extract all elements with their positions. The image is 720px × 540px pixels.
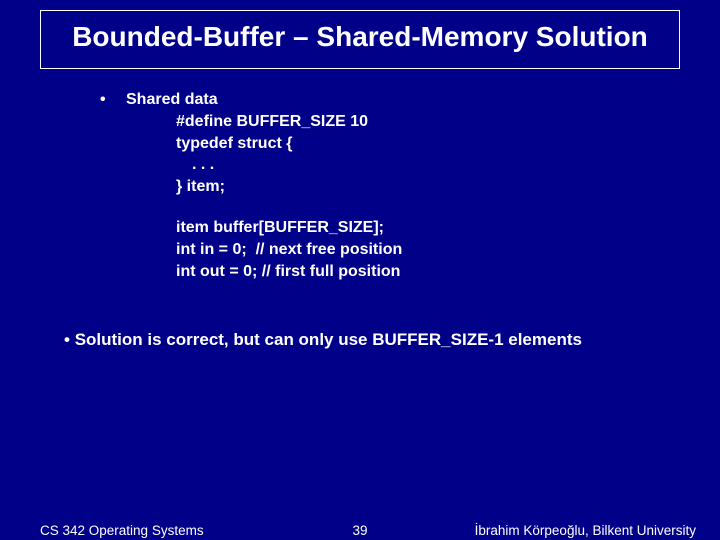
footer-left: CS 342 Operating Systems [40,523,204,538]
code-line-item: } item; [176,176,660,198]
code-line-out: int out = 0; // first full position [176,261,660,283]
footer-page-number: 39 [352,523,367,538]
footer: CS 342 Operating Systems 39 İbrahim Körp… [0,523,720,538]
code-line-ellipsis: . . . [192,154,660,176]
slide-title: Bounded-Buffer – Shared-Memory Solution [53,19,667,54]
code-line-buffer: item buffer[BUFFER_SIZE]; [176,217,660,239]
bullet-label: Shared data [126,91,660,109]
note-text: Solution is correct, but can only use BU… [75,330,582,349]
code-block: #define BUFFER_SIZE 10 typedef struct { … [176,111,660,282]
content-area: • Shared data #define BUFFER_SIZE 10 typ… [100,91,660,282]
bullet-row: • Shared data [100,91,660,109]
code-line-define: #define BUFFER_SIZE 10 [176,111,660,133]
code-line-typedef: typedef struct { [176,133,660,155]
note-bullet: • [64,330,75,349]
note-line: • Solution is correct, but can only use … [64,330,670,350]
bullet-dot: • [100,91,126,109]
code-line-in: int in = 0; // next free position [176,239,660,261]
title-box: Bounded-Buffer – Shared-Memory Solution [40,10,680,69]
blank-line [176,197,660,217]
footer-right: İbrahim Körpeoğlu, Bilkent University [475,523,696,538]
